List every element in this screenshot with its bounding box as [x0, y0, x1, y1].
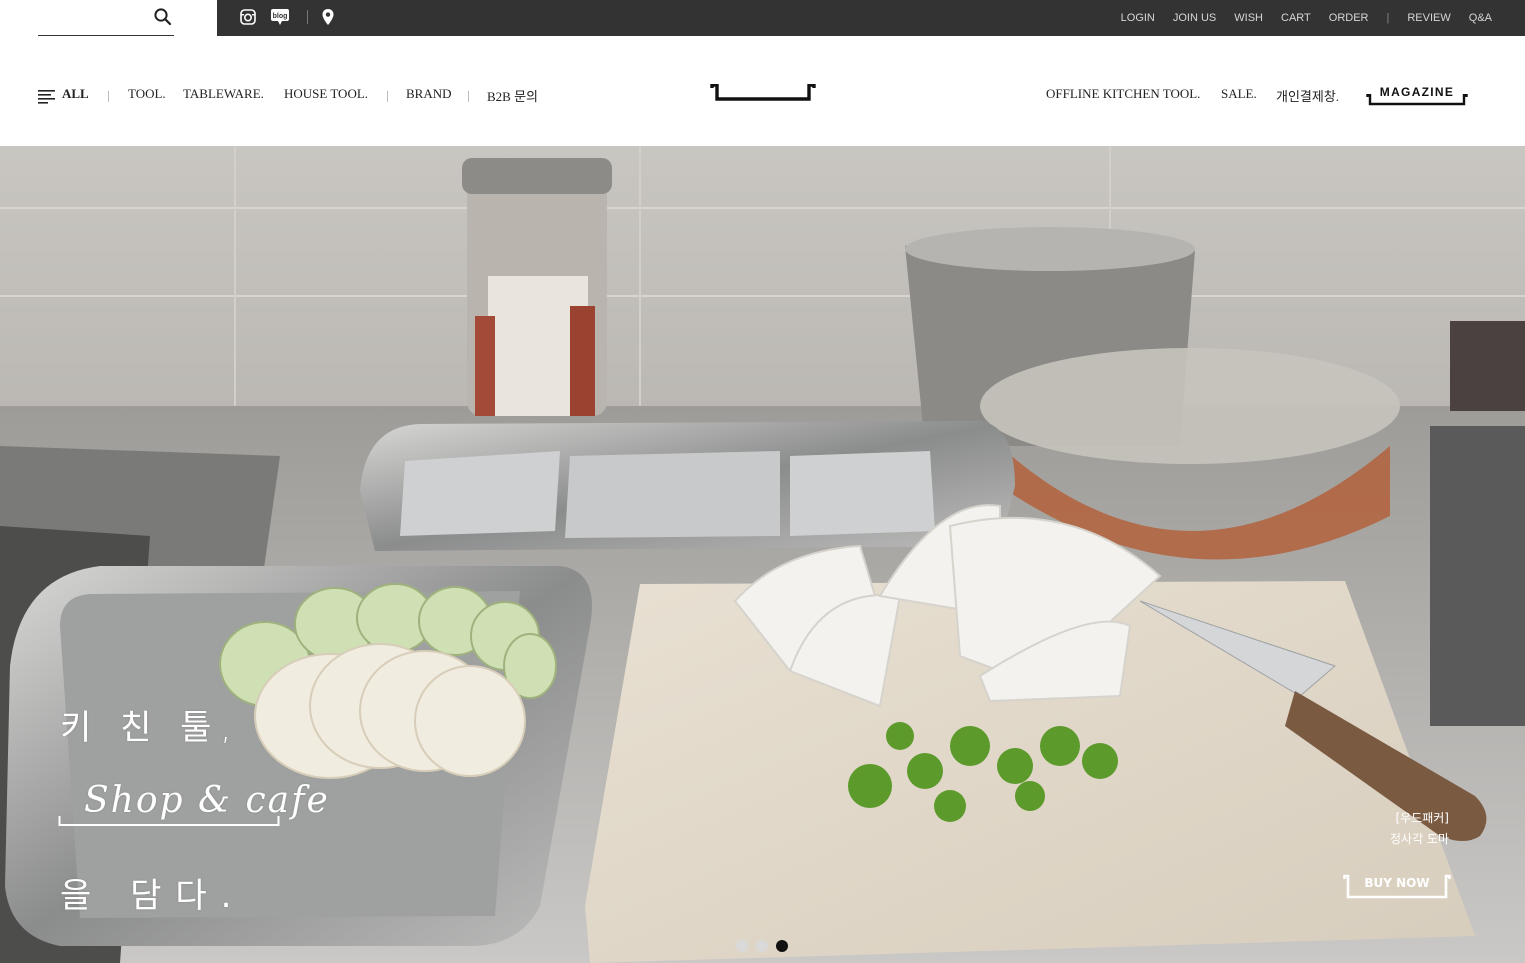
utility-bar: blog LOGIN JOIN US WISH CART ORDER | REV…: [217, 0, 1525, 36]
order-link[interactable]: ORDER: [1329, 12, 1369, 24]
slide-dot-1[interactable]: [736, 940, 748, 952]
qa-link[interactable]: Q&A: [1469, 12, 1492, 24]
buy-now-button[interactable]: BUY NOW: [1343, 874, 1451, 900]
nav-separator: [387, 91, 388, 102]
magazine-button[interactable]: MAGAZINE: [1366, 84, 1468, 108]
join-us-link[interactable]: JOIN US: [1173, 12, 1216, 24]
buy-now-bracket: [1343, 874, 1451, 899]
headline-bracket: [58, 816, 280, 826]
product-brand: [우드패커]: [1395, 811, 1449, 825]
nav-sale[interactable]: SALE.: [1221, 86, 1257, 102]
nav-tableware[interactable]: TABLEWARE.: [183, 86, 264, 102]
nav-offline-kitchen-tool[interactable]: OFFLINE KITCHEN TOOL.: [1046, 86, 1200, 102]
nav-house-tool[interactable]: HOUSE TOOL.: [284, 86, 368, 102]
cart-link[interactable]: CART: [1281, 12, 1311, 24]
search-box: [38, 0, 174, 36]
magazine-bracket: [1366, 94, 1468, 106]
nav-brand[interactable]: BRAND: [406, 86, 452, 102]
instagram-icon[interactable]: [240, 7, 256, 27]
login-link[interactable]: LOGIN: [1121, 12, 1155, 24]
top-bar: blog LOGIN JOIN US WISH CART ORDER | REV…: [0, 0, 1525, 36]
menu-icon[interactable]: [38, 90, 55, 104]
hero-banner[interactable]: 키 친 툴, Shop & cafe 을 담다. [우드패커] 정사각 도마 B…: [0, 146, 1525, 963]
search-input[interactable]: [38, 6, 148, 28]
blog-icon[interactable]: blog: [270, 7, 290, 27]
nav-b2b[interactable]: B2B 문의: [487, 86, 538, 105]
search-icon[interactable]: [153, 7, 173, 27]
nav-separator: [468, 91, 469, 102]
hero-headline-1: 키 친 툴,: [60, 708, 241, 748]
social-divider: [307, 10, 308, 24]
slide-dot-3[interactable]: [776, 940, 788, 952]
product-caption: [우드패커] 정사각 도마: [1390, 808, 1449, 850]
wish-link[interactable]: WISH: [1234, 12, 1263, 24]
review-link[interactable]: REVIEW: [1407, 12, 1450, 24]
hero-headline-3: 을 담다.: [60, 876, 246, 916]
main-nav: ALL TOOL. TABLEWARE. HOUSE TOOL. BRAND B…: [0, 36, 1525, 146]
utility-separator: |: [1386, 12, 1390, 24]
logo[interactable]: [710, 84, 816, 104]
nav-separator: [108, 91, 109, 102]
slide-dots: [736, 940, 788, 952]
nav-all[interactable]: ALL: [62, 86, 89, 102]
hero-photo: [0, 146, 1525, 963]
location-pin-icon[interactable]: [321, 7, 335, 27]
slide-dot-2[interactable]: [756, 940, 768, 952]
svg-text:blog: blog: [273, 13, 288, 20]
nav-tool[interactable]: TOOL.: [128, 86, 166, 102]
product-name: 정사각 도마: [1389, 832, 1449, 846]
nav-personal-payment[interactable]: 개인결제창.: [1276, 86, 1339, 105]
utility-nav: LOGIN JOIN US WISH CART ORDER | REVIEW Q…: [1103, 0, 1492, 36]
